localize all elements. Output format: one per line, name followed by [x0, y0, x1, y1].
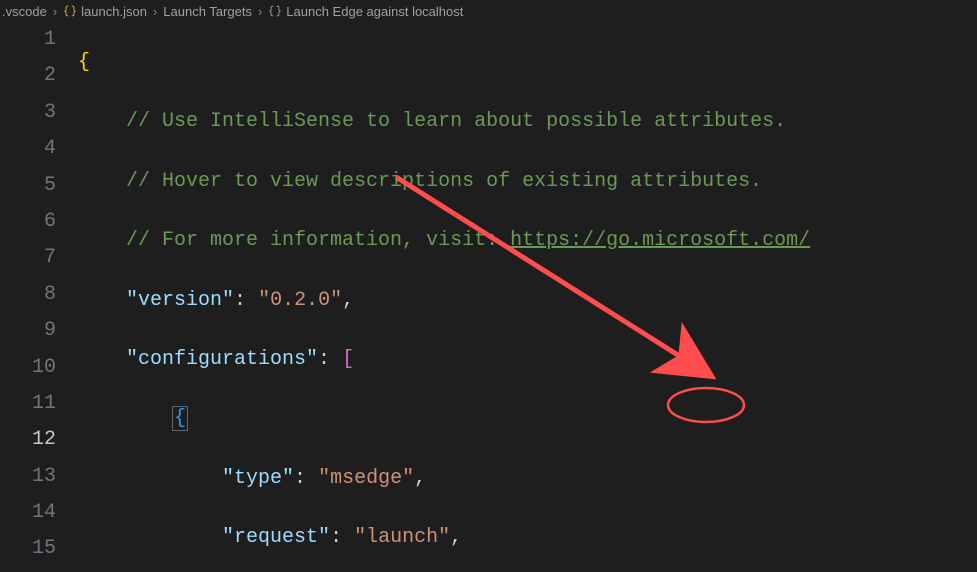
code-line[interactable]: "type": "msedge", — [78, 461, 977, 497]
line-number: 12 — [0, 422, 56, 458]
line-number: 10 — [0, 350, 56, 386]
comment: // Use IntelliSense to learn about possi… — [126, 110, 786, 133]
line-number: 14 — [0, 495, 56, 531]
breadcrumb-item-config[interactable]: Launch Edge against localhost — [268, 4, 463, 19]
json-string: "msedge" — [318, 467, 414, 490]
breadcrumb: .vscode › launch.json › Launch Targets ›… — [0, 0, 977, 22]
breadcrumb-item-vscode[interactable]: .vscode — [2, 4, 47, 19]
line-number: 15 — [0, 531, 56, 567]
line-number: 8 — [0, 277, 56, 313]
line-number: 3 — [0, 95, 56, 131]
breadcrumb-label: Launch Edge against localhost — [286, 4, 463, 19]
json-key: "configurations" — [126, 348, 318, 371]
braces-icon — [63, 4, 77, 18]
line-number: 5 — [0, 168, 56, 204]
json-string: "0.2.0" — [258, 289, 342, 312]
chevron-right-icon: › — [256, 4, 264, 19]
code-line[interactable]: { — [78, 45, 977, 81]
json-key: "version" — [126, 289, 234, 312]
line-number-gutter: 1 2 3 4 5 6 7 8 9 10 11 12 13 14 15 — [0, 22, 78, 572]
breadcrumb-item-launchjson[interactable]: launch.json — [63, 4, 147, 19]
code-line[interactable]: "version": "0.2.0", — [78, 283, 977, 319]
comment: // Hover to view descriptions of existin… — [126, 170, 762, 193]
breadcrumb-label: .vscode — [2, 4, 47, 19]
line-number: 7 — [0, 240, 56, 276]
chevron-right-icon: › — [151, 4, 159, 19]
line-number: 4 — [0, 131, 56, 167]
json-string: "launch" — [354, 526, 450, 549]
breadcrumb-label: Launch Targets — [163, 4, 252, 19]
comment-link[interactable]: https://go.microsoft.com/ — [510, 229, 810, 252]
code-line[interactable]: "request": "launch", — [78, 520, 977, 556]
json-key: "type" — [222, 467, 294, 490]
line-number: 2 — [0, 58, 56, 94]
chevron-right-icon: › — [51, 4, 59, 19]
json-key: "request" — [222, 526, 330, 549]
breadcrumb-item-launchtargets[interactable]: Launch Targets — [163, 4, 252, 19]
braces-icon — [268, 4, 282, 18]
code-line[interactable]: // Use IntelliSense to learn about possi… — [78, 104, 977, 140]
breadcrumb-label: launch.json — [81, 4, 147, 19]
code-line[interactable]: // Hover to view descriptions of existin… — [78, 164, 977, 200]
code-line[interactable]: // For more information, visit: https://… — [78, 223, 977, 259]
comment: // For more information, visit: — [126, 229, 510, 252]
line-number: 13 — [0, 459, 56, 495]
line-number: 9 — [0, 313, 56, 349]
code-editor[interactable]: 1 2 3 4 5 6 7 8 9 10 11 12 13 14 15 { //… — [0, 22, 977, 572]
line-number: 11 — [0, 386, 56, 422]
line-number: 6 — [0, 204, 56, 240]
code-area[interactable]: { // Use IntelliSense to learn about pos… — [78, 22, 977, 572]
code-line[interactable]: { — [78, 401, 977, 437]
line-number: 1 — [0, 22, 56, 58]
code-line[interactable]: "configurations": [ — [78, 342, 977, 378]
